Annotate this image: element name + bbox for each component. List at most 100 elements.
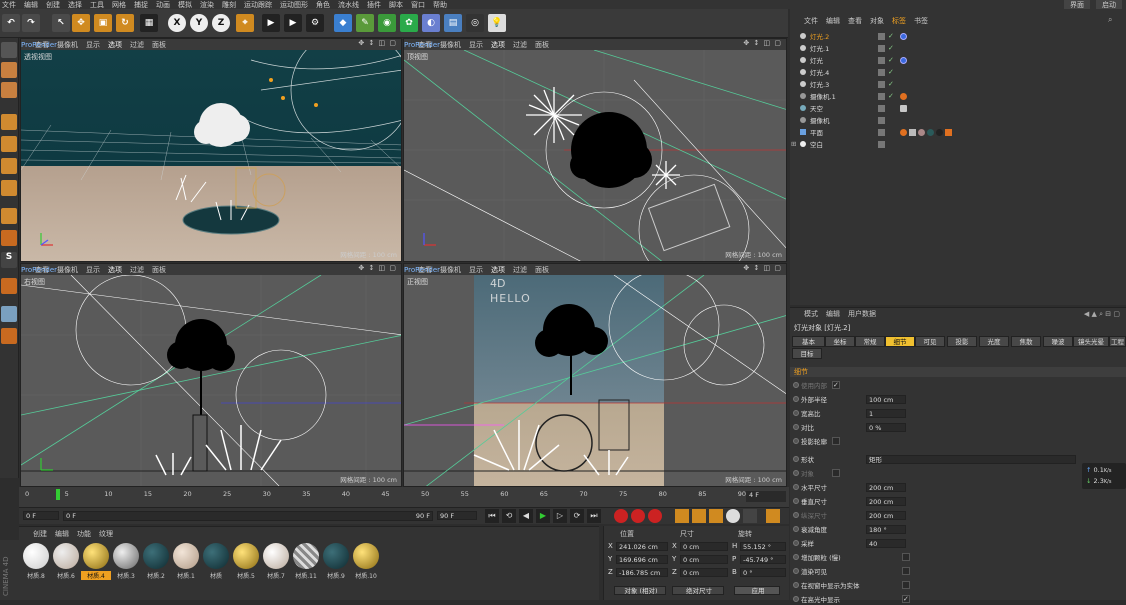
enabled-check-icon[interactable]: ✓	[888, 44, 894, 52]
layer-flag-icon[interactable]	[878, 128, 885, 136]
enabled-check-icon[interactable]: ✓	[888, 92, 894, 100]
tab-target[interactable]: 目标	[792, 348, 822, 359]
search-icon[interactable]: ⌕	[1108, 15, 1112, 25]
attribute-checkbox[interactable]: ✓	[832, 381, 840, 389]
animate-radio-icon[interactable]	[793, 456, 799, 462]
attribute-value-field[interactable]: 100 cm	[866, 394, 906, 404]
tag-list[interactable]	[900, 104, 907, 112]
attribute-value-field[interactable]: 0 %	[866, 422, 906, 432]
layer-flag-icon[interactable]	[878, 44, 885, 52]
points-mode-icon[interactable]	[1, 114, 17, 130]
object-row-camera1[interactable]: 摄像机.1 ✓	[790, 90, 1126, 102]
material-ball[interactable]	[83, 543, 109, 569]
floor-button[interactable]: ▤	[444, 14, 462, 32]
layer-flag-icon[interactable]	[878, 56, 885, 64]
goto-start-button[interactable]: ⏮	[485, 509, 499, 523]
play-button[interactable]: ▶	[536, 509, 550, 523]
grid-icon[interactable]	[1, 306, 17, 322]
viewport-nav-icons[interactable]: ✥ ↕ ◫ ▢	[358, 39, 397, 47]
viewport-right[interactable]: 查看 摄像机 显示 选项 过滤 面板 ProRender ✥ ↕ ◫ ▢ 右视图…	[20, 263, 402, 487]
animate-radio-icon[interactable]	[793, 396, 799, 402]
object-row-light2[interactable]: 灯光.2 ✓	[790, 30, 1126, 42]
subdivision-button[interactable]: ◉	[378, 14, 396, 32]
tab-caustics[interactable]: 焦散	[1011, 336, 1041, 347]
rotation-field[interactable]: 55.152 °	[740, 542, 786, 551]
position-key-button[interactable]	[675, 509, 689, 523]
render-picture-viewer-button[interactable]: ▶	[284, 14, 302, 32]
playhead[interactable]	[56, 489, 60, 500]
position-field[interactable]: 241.026 cm	[616, 542, 668, 551]
cube-object-button[interactable]: ◆	[334, 14, 352, 32]
om-menu-view[interactable]: 查看	[848, 16, 862, 26]
tab-project[interactable]: 工程	[1109, 336, 1126, 347]
render-view-button[interactable]: ▶	[262, 14, 280, 32]
material-ball[interactable]	[173, 543, 199, 569]
workplane-icon[interactable]	[1, 82, 17, 98]
start-frame-field[interactable]: 0 F	[23, 511, 59, 520]
material-ball[interactable]	[23, 543, 49, 569]
coordinate-system-button[interactable]: ⌖	[236, 14, 254, 32]
animate-radio-icon[interactable]	[793, 554, 799, 560]
attribute-value-field[interactable]: 180 °	[866, 524, 906, 534]
autokey-button[interactable]	[631, 509, 645, 523]
layer-flag-icon[interactable]	[878, 68, 885, 76]
rotation-key-button[interactable]	[709, 509, 723, 523]
tag-icon[interactable]	[909, 128, 916, 136]
size-field[interactable]: 0 cm	[680, 542, 728, 551]
axis-mode-icon[interactable]	[1, 208, 17, 224]
snap-icon[interactable]: S	[1, 252, 17, 268]
material-ball[interactable]	[203, 543, 229, 569]
layer-flag-icon[interactable]	[878, 104, 885, 112]
move-tool-button[interactable]: ✥	[72, 14, 90, 32]
om-menu-objects[interactable]: 对象	[870, 16, 884, 26]
animate-radio-icon[interactable]	[793, 582, 799, 588]
tab-details[interactable]: 细节	[885, 336, 915, 347]
om-menu-bookmarks[interactable]: 书签	[914, 16, 928, 26]
tab-noise[interactable]: 噪波	[1043, 336, 1073, 347]
animate-radio-icon[interactable]	[793, 470, 799, 476]
enabled-check-icon[interactable]: ✓	[888, 80, 894, 88]
attribute-checkbox[interactable]	[902, 581, 910, 589]
animate-radio-icon[interactable]	[793, 526, 799, 532]
viewport-nav-icons[interactable]: ✥ ↕ ◫ ▢	[743, 39, 782, 47]
am-menu-edit[interactable]: 编辑	[826, 309, 840, 319]
enabled-check-icon[interactable]: ✓	[888, 56, 894, 64]
animate-radio-icon[interactable]	[793, 540, 799, 546]
animate-radio-icon[interactable]	[793, 512, 799, 518]
prev-key-button[interactable]: ⟲	[502, 509, 516, 523]
scale-tool-button[interactable]: ▣	[94, 14, 112, 32]
viewport-front[interactable]: 查看 摄像机 显示 选项 过滤 面板 ProRender ✥ ↕ ◫ ▢ 正视图…	[403, 263, 787, 487]
vp-menu-prorender[interactable]: ProRender	[21, 264, 357, 276]
am-menu-mode[interactable]: 模式	[804, 309, 818, 319]
tag-icon[interactable]	[900, 128, 907, 136]
camera-button[interactable]: ◎	[466, 14, 484, 32]
om-menu-file[interactable]: 文件	[804, 16, 818, 26]
tab-lens-flare[interactable]: 镜头光晕	[1073, 336, 1109, 347]
animate-radio-icon[interactable]	[793, 410, 799, 416]
animate-radio-icon[interactable]	[793, 498, 799, 504]
tab-general[interactable]: 常规	[855, 336, 885, 347]
checker-texture-icon[interactable]	[1, 62, 17, 78]
tab-basic[interactable]: 基本	[792, 336, 825, 347]
material-tag-icon[interactable]	[927, 128, 934, 136]
object-row-light1[interactable]: 灯光.1 ✓	[790, 42, 1126, 54]
attribute-value-field[interactable]: 1	[866, 408, 906, 418]
animate-radio-icon[interactable]	[793, 382, 799, 388]
animate-radio-icon[interactable]	[793, 568, 799, 574]
attribute-checkbox[interactable]	[832, 437, 840, 445]
object-row-sky[interactable]: 天空	[790, 102, 1126, 114]
animate-radio-icon[interactable]	[793, 424, 799, 430]
parameter-key-button[interactable]	[726, 509, 740, 523]
record-button[interactable]: ▦	[140, 14, 158, 32]
viewport-nav-icons[interactable]: ✥ ↕ ◫ ▢	[743, 264, 782, 272]
tab-coord[interactable]: 坐标	[825, 336, 855, 347]
tab-shadow[interactable]: 投影	[947, 336, 977, 347]
texture-tag-icon[interactable]	[900, 104, 907, 112]
material-tag-icon[interactable]	[918, 128, 925, 136]
attribute-value-field[interactable]: 40	[866, 538, 906, 548]
material-ball[interactable]	[263, 543, 289, 569]
attribute-value-field[interactable]: 200 cm	[866, 510, 906, 520]
material-ball[interactable]	[323, 543, 349, 569]
material-ball[interactable]	[293, 543, 319, 569]
tweak-mode-icon[interactable]	[1, 230, 17, 246]
